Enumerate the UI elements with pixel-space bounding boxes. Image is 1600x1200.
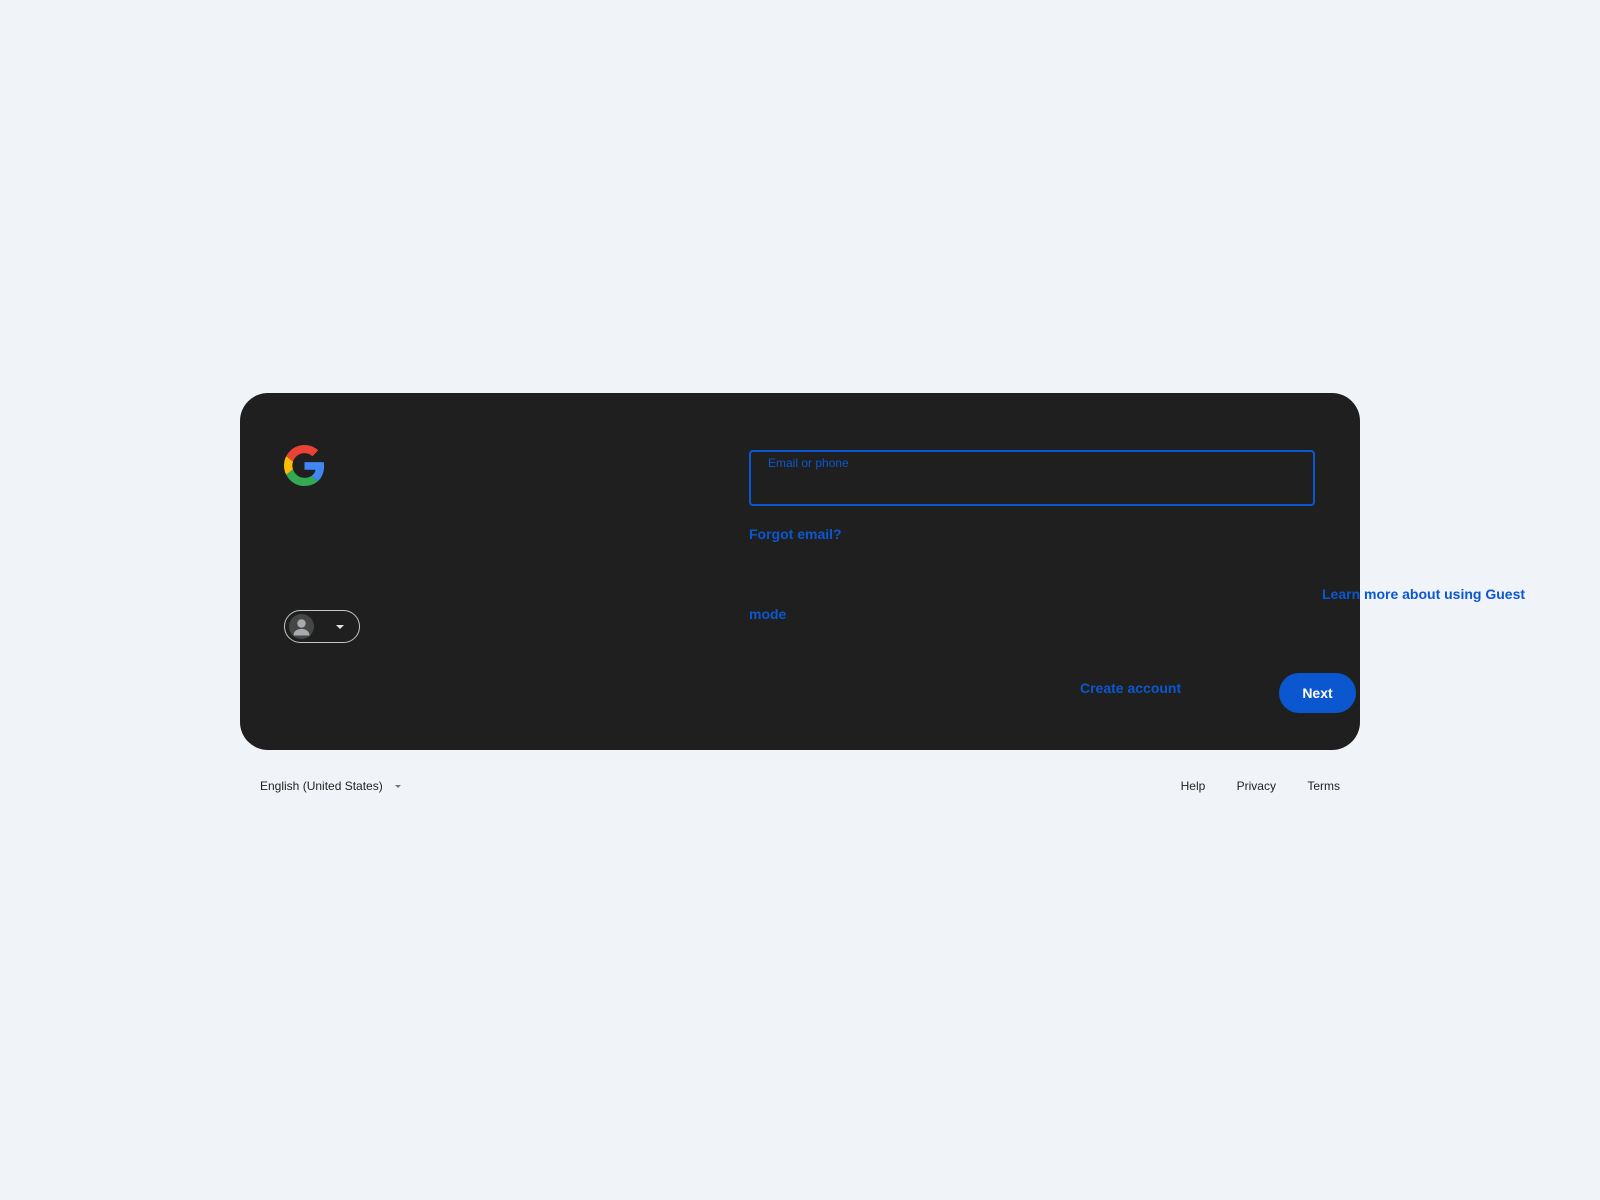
language-label: English (United States) <box>260 779 383 793</box>
avatar <box>289 614 314 639</box>
account-chooser-button[interactable] <box>284 610 360 643</box>
terms-link[interactable]: Terms <box>1307 779 1340 793</box>
forgot-email-link[interactable]: Forgot email? <box>749 526 842 542</box>
email-field-label: Email or phone <box>768 456 849 470</box>
help-link[interactable]: Help <box>1181 779 1206 793</box>
email-input[interactable] <box>767 472 1291 502</box>
next-button[interactable]: Next <box>1279 673 1356 713</box>
chevron-down-icon <box>394 785 401 789</box>
signin-card: Email or phone Forgot email? Learn more … <box>240 393 1525 750</box>
privacy-link[interactable]: Privacy <box>1237 779 1276 793</box>
footer: English (United States) Help Privacy Ter… <box>240 775 1360 799</box>
google-logo-icon <box>284 445 325 486</box>
guest-mode-link[interactable]: Learn more about using Guest <box>1322 586 1525 602</box>
footer-links: Help Privacy Terms <box>1153 779 1340 793</box>
person-icon <box>293 619 310 636</box>
email-field[interactable]: Email or phone <box>749 450 1315 506</box>
language-selector[interactable]: English (United States) <box>260 779 401 793</box>
guest-mode-link-continued[interactable]: mode <box>749 606 786 622</box>
chevron-down-icon <box>336 625 344 629</box>
create-account-button[interactable]: Create account <box>1080 680 1181 696</box>
